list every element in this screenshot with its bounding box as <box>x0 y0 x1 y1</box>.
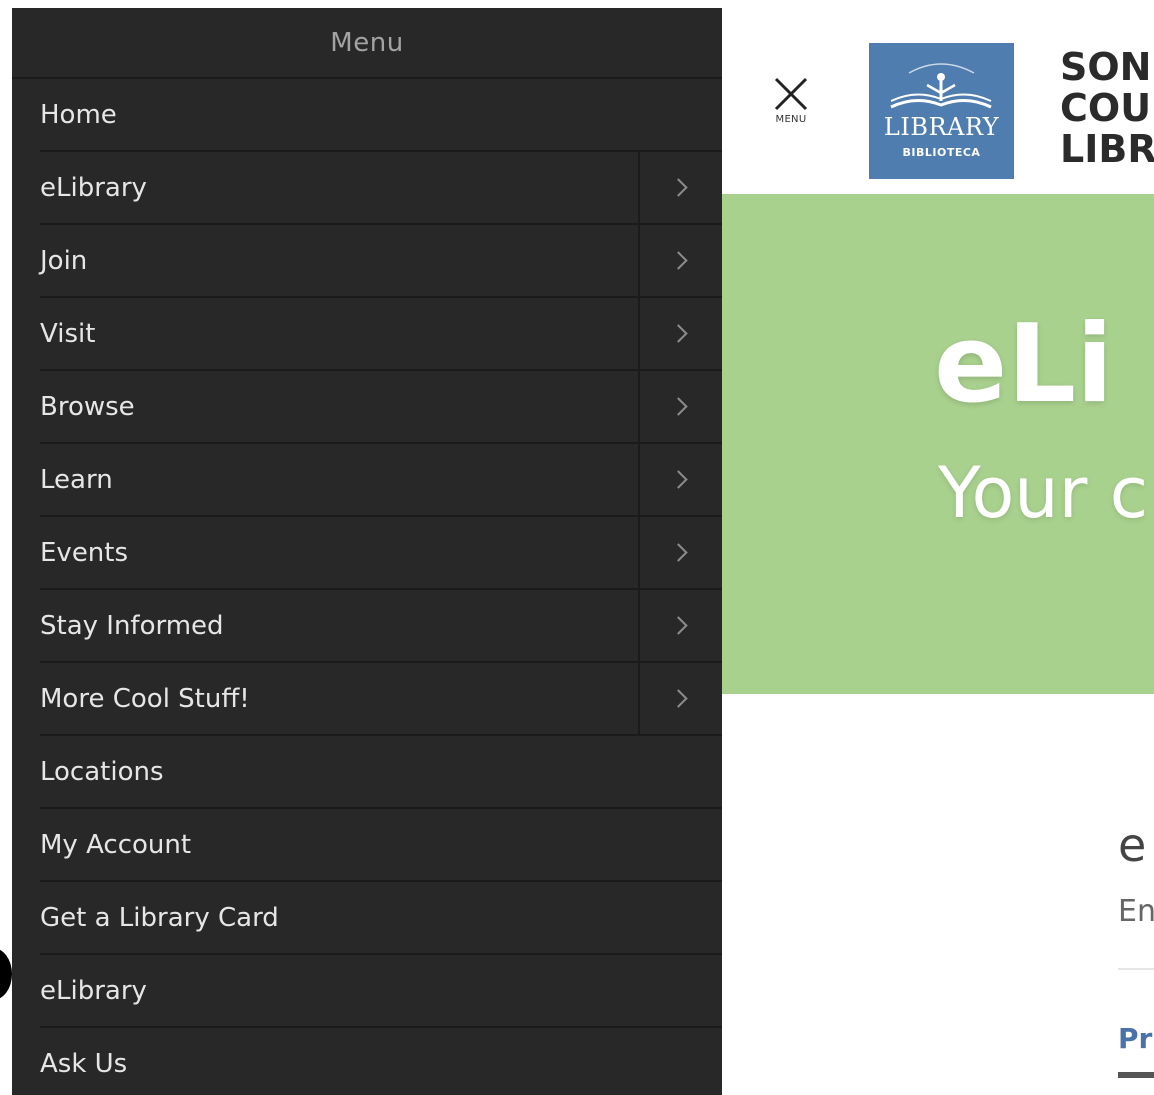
menu-item[interactable]: eLibrary <box>40 152 722 225</box>
menu-item-label: eLibrary <box>40 172 147 203</box>
menu-item[interactable]: Events <box>40 517 722 590</box>
menu-item-label: Home <box>40 99 117 130</box>
brand-line: SON <box>1060 45 1152 89</box>
chevron-right-icon <box>668 616 688 635</box>
menu-item-label: Locations <box>40 756 164 787</box>
left-edge-strip <box>0 0 12 1095</box>
menu-item-label: Learn <box>40 464 113 495</box>
menu-item-label: Join <box>40 245 88 276</box>
page-content: MENU LIBRARY BIBLIOTECA SON COU LIBR eLi… <box>722 0 1154 1095</box>
tab-active[interactable]: Pr <box>1118 1022 1152 1055</box>
menu-item-label: More Cool Stuff! <box>40 683 250 714</box>
brand-line: LIBR <box>1060 127 1154 171</box>
brand-line: COU <box>1060 86 1152 130</box>
menu-item-label: My Account <box>40 829 192 860</box>
drawer-title: Menu <box>330 27 404 58</box>
submenu-expand-button[interactable] <box>638 663 722 734</box>
chevron-right-icon <box>668 178 688 197</box>
menu-item-label: Stay Informed <box>40 610 224 641</box>
close-icon <box>774 77 808 111</box>
menu-item[interactable]: Ask Us <box>40 1028 722 1095</box>
menu-item[interactable]: Visit <box>40 298 722 371</box>
menu-item[interactable]: More Cool Stuff! <box>40 663 722 736</box>
hero-subtitle: Your c <box>938 452 1149 534</box>
menu-item[interactable]: Get a Library Card <box>40 882 722 955</box>
menu-item-label: Events <box>40 537 129 568</box>
menu-item[interactable]: Join <box>40 225 722 298</box>
menu-drawer: Menu Home eLibrary Join Visit Browse Learn Eve… <box>12 8 722 1095</box>
chevron-right-icon <box>668 397 688 416</box>
menu-item-label: Get a Library Card <box>40 902 279 933</box>
menu-item[interactable]: eLibrary <box>40 955 722 1028</box>
section-divider <box>1118 968 1154 970</box>
submenu-expand-button[interactable] <box>638 298 722 369</box>
logo-main-text: LIBRARY <box>883 113 1000 141</box>
submenu-expand-button[interactable] <box>638 517 722 588</box>
menu-list: Home eLibrary Join Visit Browse Learn Events St… <box>12 79 722 1095</box>
hero-banner: eLi Your c <box>722 194 1154 694</box>
menu-item-label: Browse <box>40 391 135 422</box>
section-text: En <box>1118 894 1154 929</box>
menu-item-label: Ask Us <box>40 1048 128 1079</box>
section-heading: e <box>1118 818 1147 872</box>
chevron-right-icon <box>668 689 688 708</box>
menu-item[interactable]: Learn <box>40 444 722 517</box>
close-menu-caption: MENU <box>775 114 807 125</box>
submenu-expand-button[interactable] <box>638 371 722 442</box>
hero-title: eLi <box>934 302 1114 427</box>
library-logo[interactable]: LIBRARY BIBLIOTECA <box>869 43 1014 179</box>
submenu-expand-button[interactable] <box>638 590 722 661</box>
close-menu-button[interactable]: MENU <box>766 76 816 132</box>
menu-item[interactable]: Browse <box>40 371 722 444</box>
submenu-expand-button[interactable] <box>638 444 722 515</box>
brand-name[interactable]: SON COU LIBR <box>1060 48 1154 171</box>
chevron-right-icon <box>668 470 688 489</box>
chevron-right-icon <box>668 543 688 562</box>
chevron-right-icon <box>668 324 688 343</box>
menu-item[interactable]: My Account <box>40 809 722 882</box>
tab-underline <box>1118 1072 1154 1078</box>
drawer-header: Menu <box>12 8 722 79</box>
menu-item[interactable]: Stay Informed <box>40 590 722 663</box>
menu-item-label: eLibrary <box>40 975 147 1006</box>
menu-item[interactable]: Home <box>40 79 722 152</box>
submenu-expand-button[interactable] <box>638 225 722 296</box>
menu-item[interactable]: Locations <box>40 736 722 809</box>
menu-item-label: Visit <box>40 318 96 349</box>
logo-sub-text: BIBLIOTECA <box>902 146 981 159</box>
submenu-expand-button[interactable] <box>638 152 722 223</box>
chevron-right-icon <box>668 251 688 270</box>
